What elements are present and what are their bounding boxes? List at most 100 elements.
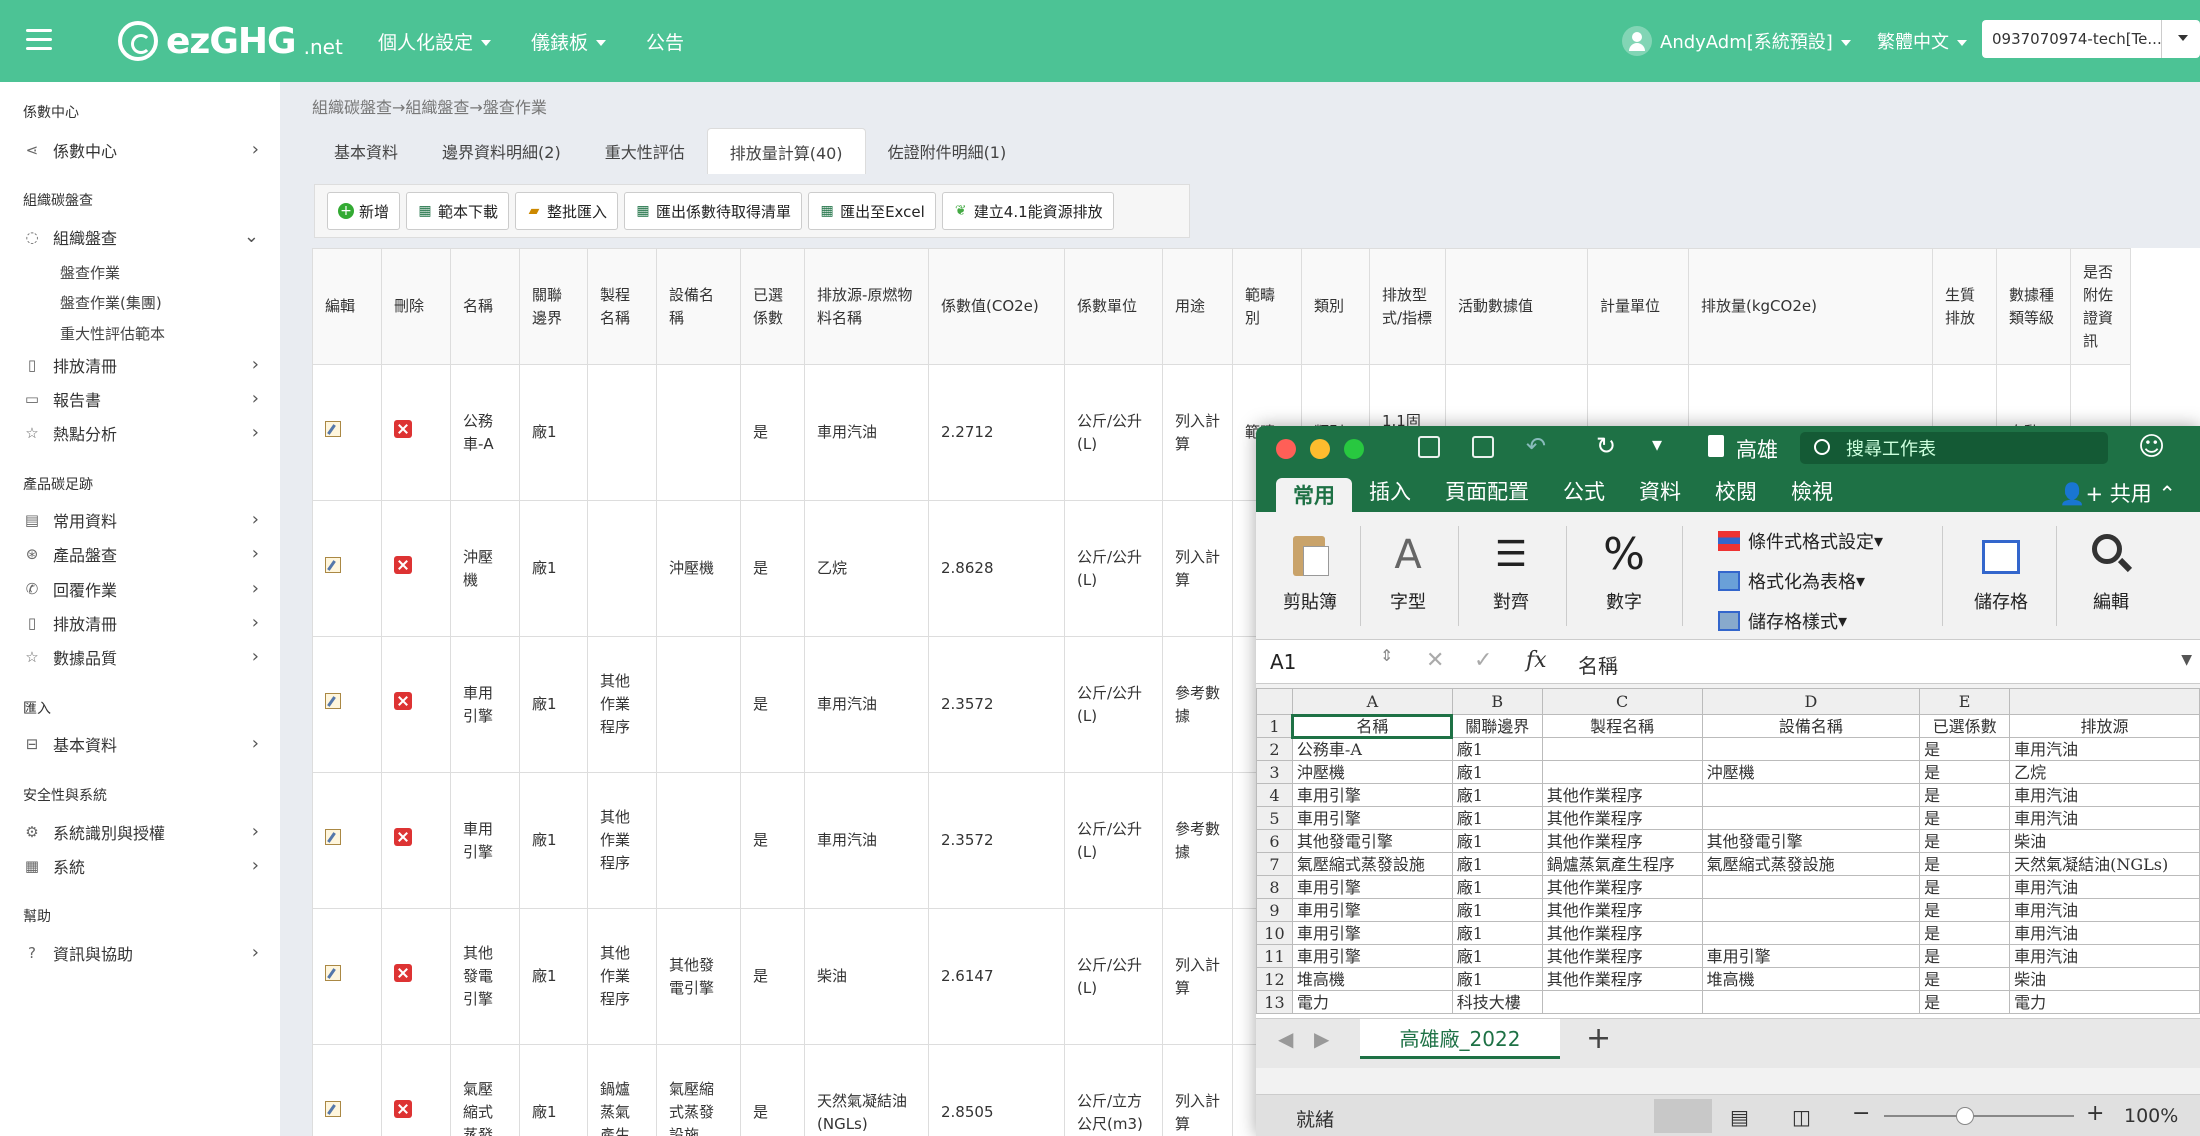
sheet-cell[interactable]: 車用引擎 (1701, 944, 1921, 968)
sheet-cell[interactable]: 堆高機 (1701, 967, 1921, 991)
sheet-cell[interactable]: 氣壓縮式蒸發設施 (1291, 852, 1453, 876)
create-energy-button[interactable]: ❦ 建立4.1能資源排放 (941, 192, 1114, 230)
sheet-cell[interactable]: 其他作業程序 (1541, 875, 1703, 899)
template-download-button[interactable]: ▦ 範本下載 (406, 192, 510, 230)
column-header[interactable]: 範疇別 (1232, 248, 1302, 365)
sheet-cell[interactable] (1701, 783, 1921, 807)
row-number[interactable]: 1 (1256, 714, 1293, 738)
sidebar-item-system[interactable]: ▦ 系統 › (23, 853, 259, 879)
sheet-cell[interactable]: 是 (1919, 898, 2011, 922)
sheet-cell[interactable]: 名稱 (1291, 713, 1454, 739)
sheet-cell[interactable]: 車用引擎 (1291, 875, 1453, 899)
sheet-cell[interactable]: 排放源 (2009, 714, 2200, 738)
delete-icon[interactable] (394, 692, 412, 710)
sheet-cell[interactable]: 柴油 (2009, 967, 2200, 991)
row-number[interactable]: 11 (1256, 944, 1293, 968)
sheet-cell[interactable]: 堆高機 (1291, 967, 1453, 991)
logo[interactable]: ezGHG .net (118, 20, 343, 62)
column-header[interactable]: 刪除 (381, 248, 451, 365)
delete-icon[interactable] (394, 1100, 412, 1118)
column-header[interactable]: 排放量(kgCO2e) (1688, 248, 1933, 365)
nav-announcement[interactable]: 公告 (646, 28, 684, 55)
row-number[interactable]: 2 (1256, 737, 1293, 761)
editing-group[interactable]: 編輯 (2066, 512, 2156, 640)
sheet-next-icon[interactable]: ▶ (1314, 1027, 1329, 1051)
sheet-cell[interactable]: 其他作業程序 (1541, 806, 1703, 830)
row-number[interactable]: 13 (1256, 990, 1293, 1014)
edit-icon[interactable] (325, 829, 341, 845)
sheet-cell[interactable]: 天然氣凝結油(NGLs) (2009, 852, 2200, 876)
sheet-cell[interactable]: 是 (1919, 875, 2011, 899)
sidebar-item-reply[interactable]: ✆ 回覆作業 › (23, 576, 259, 602)
edit-icon[interactable] (325, 557, 341, 573)
sheet-prev-icon[interactable]: ◀ (1278, 1027, 1293, 1051)
clipboard-group[interactable]: 剪貼簿 (1270, 512, 1350, 640)
column-letter[interactable]: D (1701, 688, 1921, 715)
sheet-cell[interactable] (1541, 760, 1703, 784)
sidebar-item-license[interactable]: ⚙ 系統識別與授權 › (23, 819, 259, 845)
column-header[interactable]: 用途 (1162, 248, 1233, 365)
undo-icon[interactable]: ↶ (1526, 432, 1546, 460)
column-letter[interactable]: C (1541, 688, 1703, 715)
edit-icon[interactable] (325, 1101, 341, 1117)
sidebar-item-coefficient-center[interactable]: ⋖ 係數中心 › (23, 137, 259, 163)
sheet-cell[interactable]: 已選係數 (1919, 714, 2011, 738)
sheet-cell[interactable]: 車用汽油 (2009, 737, 2200, 761)
row-number[interactable]: 12 (1256, 967, 1293, 991)
ribbon-tab-page-layout[interactable]: 頁面配置 (1428, 470, 1546, 512)
sheet-cell[interactable]: 其他作業程序 (1541, 829, 1703, 853)
menu-icon[interactable] (26, 29, 52, 51)
add-button[interactable]: + 新增 (327, 192, 401, 230)
sheet-cell[interactable]: 車用汽油 (2009, 921, 2200, 945)
language-select[interactable]: 繁體中文 (1877, 0, 1967, 82)
sheet-cell[interactable]: 廠1 (1451, 944, 1543, 968)
sheet-cell[interactable]: 公務車-A (1291, 737, 1453, 761)
column-header[interactable]: 排放源-原燃物料名稱 (804, 248, 929, 365)
font-group[interactable]: A 字型 (1368, 512, 1448, 640)
page-break-view-icon[interactable]: ◫ (1792, 1105, 1811, 1129)
save-icon[interactable] (1472, 436, 1494, 458)
sheet-cell[interactable] (1701, 737, 1921, 761)
sheet-tab[interactable]: 高雄廠_2022 (1360, 1019, 1560, 1059)
row-number[interactable]: 3 (1256, 760, 1293, 784)
smiley-feedback-icon[interactable]: ☺ (2138, 432, 2165, 462)
name-box[interactable]: A1 (1270, 650, 1296, 674)
spreadsheet-grid[interactable]: ABCDE 1 名稱 關聯邊界 製程名稱 設備名稱 已選係數 排放源 2 公務車-A 廠1 是車用汽… (1256, 688, 2200, 1018)
sheet-cell[interactable]: 車用汽油 (2009, 944, 2200, 968)
zoom-slider-handle[interactable] (1956, 1107, 1974, 1125)
confirm-icon[interactable]: ✓ (1474, 648, 1492, 673)
conditional-format-button[interactable]: 條件式格式設定 ▾ (1718, 528, 1883, 554)
sheet-cell[interactable]: 是 (1919, 829, 2011, 853)
sheet-cell[interactable]: 廠1 (1451, 852, 1543, 876)
sidebar-item-hotspot[interactable]: ☆ 熱點分析 › (23, 420, 259, 446)
ribbon-tab-review[interactable]: 校閱 (1698, 470, 1774, 512)
sheet-cell[interactable]: 是 (1919, 783, 2011, 807)
sidebar-subitem-inventory-group[interactable]: 盤查作業(集團) (60, 292, 162, 313)
sheet-cell[interactable]: 廠1 (1451, 760, 1543, 784)
column-header[interactable]: 是否附佐證資訊 (2070, 248, 2131, 365)
format-as-table-button[interactable]: 格式化為表格 ▾ (1718, 568, 1865, 594)
sheet-cell[interactable]: 廠1 (1451, 875, 1543, 899)
column-letter[interactable]: E (1919, 688, 2011, 715)
column-header[interactable]: 製程名稱 (587, 248, 657, 365)
sheet-cell[interactable]: 乙烷 (2009, 760, 2200, 784)
delete-icon[interactable] (394, 556, 412, 574)
sheet-cell[interactable]: 車用汽油 (2009, 875, 2200, 899)
sidebar-item-emission-list-2[interactable]: ▯ 排放清冊 › (23, 610, 259, 636)
column-header[interactable]: 生質排放 (1932, 248, 1997, 365)
sheet-cell[interactable]: 柴油 (2009, 829, 2200, 853)
expand-formula-icon[interactable]: ▼ (2181, 652, 2192, 668)
sheet-cell[interactable]: 車用引擎 (1291, 944, 1453, 968)
sheet-cell[interactable]: 沖壓機 (1701, 760, 1921, 784)
delete-icon[interactable] (394, 828, 412, 846)
sheet-cell[interactable]: 是 (1919, 852, 2011, 876)
sidebar-subitem-materiality-template[interactable]: 重大性評估範本 (60, 323, 165, 344)
sheet-cell[interactable] (1701, 875, 1921, 899)
sheet-cell[interactable]: 廠1 (1451, 783, 1543, 807)
sheet-cell[interactable]: 設備名稱 (1701, 714, 1921, 738)
zoom-slider[interactable] (1884, 1115, 2074, 1117)
page-layout-view-icon[interactable]: ▤ (1730, 1105, 1749, 1129)
column-letter[interactable]: A (1291, 688, 1453, 715)
tab-emission-calc[interactable]: 排放量計算(40) (706, 128, 866, 174)
sheet-cell[interactable]: 車用引擎 (1291, 921, 1453, 945)
